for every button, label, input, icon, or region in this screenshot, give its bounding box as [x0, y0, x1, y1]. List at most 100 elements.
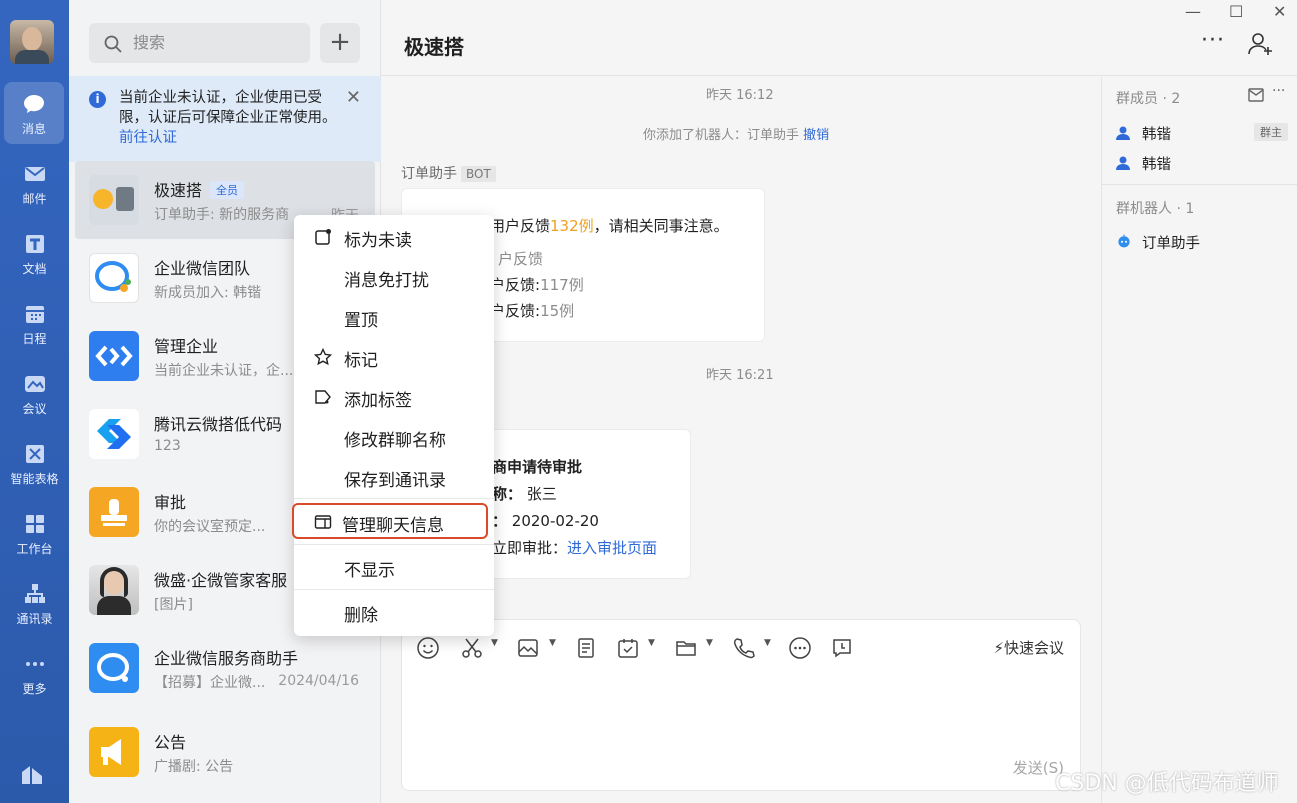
conversation-preview: [图片]: [154, 597, 193, 613]
approval-page-link[interactable]: 进入审批页面: [567, 539, 657, 557]
menu-item-save-contacts[interactable]: 保存到通讯录: [294, 459, 494, 495]
card-text: 称：: [492, 485, 523, 503]
more-tools-button[interactable]: [788, 636, 814, 662]
context-menu: 标为未读 消息免打扰 置顶 标记 添加标签 修改群聊名称 保存到通讯录 管理聊天…: [292, 215, 494, 636]
folder-icon: [676, 641, 696, 656]
menu-item-manage-chat-info[interactable]: 管理聊天信息: [292, 503, 488, 539]
image-button[interactable]: [516, 636, 542, 662]
document-icon: [578, 638, 594, 658]
conversation-item[interactable]: 企业微信服务商助手 【招募】企业微... 2024/04/16: [75, 629, 375, 707]
menu-item-rename-group[interactable]: 修改群聊名称: [294, 419, 494, 455]
message-sender: 订单助手 BOT: [401, 163, 496, 183]
chat-more-icon[interactable]: ···: [1201, 28, 1225, 53]
menu-label: 置顶: [344, 311, 378, 331]
chevron-down-icon[interactable]: ▼: [648, 638, 655, 648]
conversation-name: 企业微信服务商助手: [154, 649, 299, 668]
menu-label: 标记: [344, 351, 378, 371]
nav-label: 日程: [22, 332, 47, 346]
info-icon: i: [89, 91, 106, 108]
robot-row[interactable]: 订单助手: [1116, 232, 1200, 253]
robots-title: 群机器人 · 1: [1116, 201, 1195, 217]
nav-item-meeting[interactable]: 会议: [0, 362, 69, 424]
bot-tag: BOT: [461, 166, 496, 182]
menu-item-mute[interactable]: 消息免打扰: [294, 259, 494, 295]
emoji-button[interactable]: [416, 636, 442, 662]
card-line: 户反馈:117例: [490, 274, 584, 295]
folder-button[interactable]: [674, 636, 700, 662]
nav-item-messages[interactable]: 消息: [4, 82, 64, 144]
mail-icon[interactable]: [1248, 88, 1264, 102]
chat-main: 极速搭 — ☐ ✕ ··· 昨天 16:12 你添加了机器人：订单助手 撤销 订…: [381, 0, 1297, 803]
schedule-button[interactable]: [616, 636, 642, 662]
nav-item-docs[interactable]: 文档: [0, 222, 69, 284]
card-text: ：: [492, 512, 508, 530]
card-text: ，请相关同事注意。: [593, 217, 729, 235]
conversation-preview: 123: [154, 438, 181, 454]
search-input[interactable]: 搜索: [89, 23, 310, 63]
menu-item-hide[interactable]: 不显示: [294, 549, 494, 585]
member-icon: [1116, 126, 1130, 140]
lightning-icon: ⚡: [993, 639, 1004, 657]
member-panel: 群成员 · 2 ··· 韩锴 群主 韩锴 群机器人 · 1 订单助手: [1101, 77, 1297, 803]
bottom-logo-icon[interactable]: [20, 762, 46, 786]
nav-item-more[interactable]: 更多: [0, 642, 69, 704]
weda-lowcode-avatar: [89, 409, 139, 459]
menu-item-star[interactable]: 标记: [294, 339, 494, 375]
menu-item-pin[interactable]: 置顶: [294, 299, 494, 335]
chat-title: 极速搭: [404, 35, 464, 59]
minimize-icon[interactable]: —: [1185, 2, 1201, 21]
message-input-box[interactable]: ▼ ▼ ▼ ▼ ▼ ⚡快速会议 发送(S): [401, 619, 1081, 791]
undo-link[interactable]: 撤销: [803, 128, 829, 143]
card-value: 2020-02-20: [511, 512, 599, 530]
add-button[interactable]: +: [320, 23, 360, 63]
owner-tag: 群主: [1254, 123, 1288, 141]
card-text: 用户反馈: [490, 217, 551, 235]
notice-text: 当前企业未认证，企业使用已受限，认证后可保障企业正常使用。: [119, 90, 337, 126]
conversation-preview: 当前企业未认证，企...: [154, 363, 294, 379]
chevron-down-icon[interactable]: ▼: [491, 638, 498, 648]
conversation-name: 管理企业: [154, 337, 219, 356]
user-avatar[interactable]: [10, 20, 54, 64]
close-window-icon[interactable]: ✕: [1273, 2, 1286, 21]
menu-item-mark-unread[interactable]: 标为未读: [294, 219, 494, 255]
screenshot-button[interactable]: [460, 636, 486, 662]
maximize-icon[interactable]: ☐: [1229, 2, 1243, 21]
left-nav: 消息 邮件 文档 日程 会议 智能表格 工作台 通讯录 更多: [0, 0, 69, 803]
time-divider: 昨天 16:21: [706, 368, 774, 383]
nav-item-calendar[interactable]: 日程: [0, 292, 69, 354]
chevron-down-icon[interactable]: ▼: [706, 638, 713, 648]
history-button[interactable]: [830, 636, 856, 662]
nav-item-contacts[interactable]: 通讯录: [0, 572, 69, 634]
nav-item-mail[interactable]: 邮件: [0, 152, 69, 214]
search-icon: [104, 35, 122, 53]
chevron-down-icon[interactable]: ▼: [549, 638, 556, 648]
menu-label: 添加标签: [344, 391, 412, 411]
add-member-icon[interactable]: [1247, 30, 1275, 58]
close-icon[interactable]: ✕: [346, 88, 361, 108]
wecom-team-avatar: [89, 253, 139, 303]
go-certify-link[interactable]: 前往认证: [119, 130, 177, 146]
conversation-item[interactable]: 公告 广播剧: 公告: [75, 713, 375, 791]
quick-meeting-button[interactable]: ⚡快速会议: [993, 637, 1064, 658]
menu-label: 管理聊天信息: [342, 516, 444, 536]
member-row[interactable]: 韩锴: [1116, 153, 1171, 174]
menu-item-delete[interactable]: 删除: [294, 594, 494, 630]
member-name: 韩锴: [1142, 127, 1171, 143]
chevron-down-icon[interactable]: ▼: [764, 638, 771, 648]
nav-item-smart-sheet[interactable]: 智能表格: [0, 432, 69, 494]
workbench-icon: [25, 515, 44, 533]
provider-assistant-avatar: [89, 643, 139, 693]
conversation-name: 审批: [154, 493, 187, 512]
member-row[interactable]: 韩锴: [1116, 123, 1171, 144]
panel-more-icon[interactable]: ···: [1272, 83, 1285, 99]
nav-label: 通讯录: [16, 612, 53, 626]
call-button[interactable]: [732, 636, 758, 662]
document-button[interactable]: [574, 636, 600, 662]
tag-icon: [315, 390, 331, 404]
menu-item-add-tag[interactable]: 添加标签: [294, 379, 494, 415]
nav-label: 消息: [21, 122, 46, 136]
nav-item-workbench[interactable]: 工作台: [0, 502, 69, 564]
nav-label: 更多: [22, 682, 47, 696]
menu-label: 删除: [344, 606, 378, 626]
smart-sheet-icon: [25, 445, 44, 463]
